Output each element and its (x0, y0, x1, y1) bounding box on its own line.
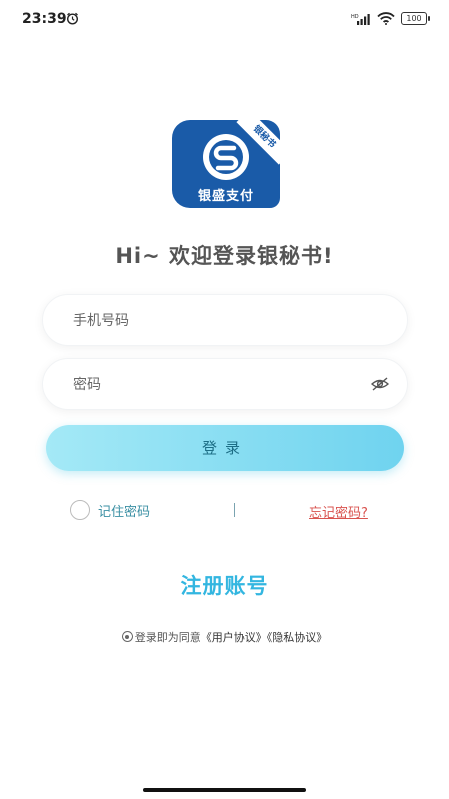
register-link[interactable]: 注册账号 (0, 570, 449, 600)
agree-radio-icon[interactable] (121, 631, 133, 642)
logo-brand-text: 银盛支付 (197, 189, 254, 204)
remember-password[interactable]: 记住密码 (70, 500, 150, 520)
login-button[interactable]: 登录 (46, 425, 404, 471)
wifi-icon (377, 12, 395, 25)
alarm-icon (66, 12, 79, 25)
cellular-signal-icon: HD (351, 13, 370, 25)
home-indicator (143, 788, 306, 792)
divider (234, 503, 235, 517)
phone-input[interactable] (71, 295, 355, 347)
eye-closed-icon[interactable] (371, 377, 389, 391)
remember-radio[interactable] (70, 500, 90, 520)
password-field (42, 358, 408, 411)
svg-text:HD: HD (351, 14, 359, 20)
status-bar: 23:39 HD 100 (0, 0, 449, 40)
app-logo: 银秘书 银盛支付 (172, 120, 280, 208)
forgot-password-link[interactable]: 忘记密码? (309, 502, 368, 521)
battery-icon: 100 (401, 12, 430, 25)
agreement-prefix: 登录即为同意 (134, 631, 201, 644)
phone-field (42, 294, 408, 347)
password-input[interactable] (71, 359, 355, 411)
remember-label: 记住密码 (98, 504, 151, 520)
clock: 23:39 (22, 11, 67, 27)
privacy-agreement-link[interactable]: 《隐私协议》 (267, 631, 328, 644)
logo-mark-icon (203, 134, 249, 180)
welcome-heading: Hi~ 欢迎登录银秘书! (115, 244, 334, 268)
user-agreement-link[interactable]: 《用户协议》 (201, 631, 267, 644)
agreement-line: 登录即为同意《用户协议》《隐私协议》 (0, 629, 449, 645)
